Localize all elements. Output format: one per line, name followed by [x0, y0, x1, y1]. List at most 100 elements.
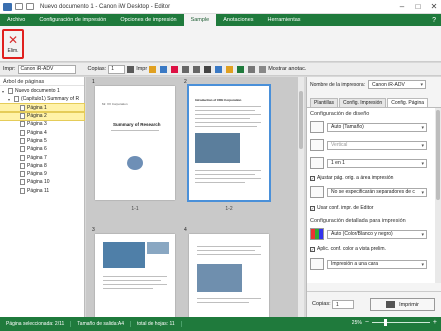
- ribbon-tabs: Archivo Configuración de impresión Opcio…: [0, 14, 441, 26]
- undo-icon[interactable]: [26, 3, 34, 10]
- page-thumbnail-2[interactable]: Introduction of CDE Corporation: [187, 84, 271, 202]
- settings-scrollbar[interactable]: [435, 108, 441, 283]
- tree-node-page[interactable]: Página 10: [0, 178, 84, 186]
- copies-stepper[interactable]: 1: [332, 300, 354, 309]
- page-thumbnail-4[interactable]: [189, 234, 269, 317]
- print-button[interactable]: Imprimir: [370, 298, 435, 311]
- pages-per-sheet-select[interactable]: 1 en 1 ▾: [327, 158, 427, 168]
- toolbar-copies-label: Copias:: [87, 66, 107, 72]
- use-config-row[interactable]: ✓ Usar conf. impr. de Editor: [310, 205, 373, 211]
- annotation-icon[interactable]: [259, 65, 267, 73]
- cut-icon[interactable]: [204, 65, 212, 73]
- toolbar-copies-input[interactable]: 1: [108, 64, 126, 74]
- help-icon[interactable]: ?: [432, 14, 441, 26]
- tree-node-page[interactable]: Página 4: [0, 128, 84, 136]
- tab-templates[interactable]: Plantillas: [310, 98, 339, 107]
- tab-print-config[interactable]: Config. Impresión: [339, 98, 387, 107]
- preview-area: 1 Mr. XX Corporation Summary of Research…: [86, 77, 304, 317]
- separator-select[interactable]: No se especificarán separadores de c ▾: [327, 187, 427, 197]
- page-number: 1: [92, 79, 95, 85]
- print-mode-value: Impresión a una cara: [331, 261, 378, 267]
- page1-line: [111, 130, 159, 131]
- tree-node-page[interactable]: Página 6: [0, 145, 84, 153]
- save-icon[interactable]: [15, 3, 23, 10]
- tab-tools[interactable]: Herramientas: [261, 14, 308, 26]
- print-mode-row: Impresión a una cara ▾: [310, 258, 427, 270]
- page-icon: [20, 121, 25, 128]
- print-preview-icon[interactable]: [127, 65, 135, 73]
- add-icon[interactable]: [149, 65, 157, 73]
- print-button-label: Imprimir: [399, 301, 419, 308]
- print-mode-select[interactable]: Impresión a una cara ▾: [327, 259, 427, 269]
- pages-per-sheet-icon: [310, 157, 324, 169]
- page-icon: [20, 179, 25, 186]
- zoom-out-icon[interactable]: −: [365, 319, 369, 326]
- tree-node-page[interactable]: Página 2: [0, 110, 85, 122]
- page-thumbnail-1[interactable]: Mr. XX Corporation Summary of Research: [95, 86, 175, 200]
- preview-scrollbar[interactable]: [298, 77, 304, 317]
- orientation-icon: [310, 139, 324, 151]
- page1-subheading: Mr. XX Corporation: [102, 102, 128, 106]
- page-icon: [20, 171, 25, 178]
- tree-node-page[interactable]: Página 7: [0, 153, 84, 161]
- color-mode-icon: [310, 228, 324, 240]
- paste-icon[interactable]: [226, 65, 234, 73]
- delete-page-icon[interactable]: [171, 65, 179, 73]
- tree-node-page[interactable]: Página 1: [0, 102, 85, 113]
- undo-toolbar-icon[interactable]: [182, 65, 190, 73]
- app-icon: [3, 2, 12, 11]
- tree-label: Página 4: [27, 129, 47, 136]
- tree-node-page[interactable]: Página 11: [0, 187, 84, 195]
- rotate-icon[interactable]: [237, 65, 245, 73]
- printer-name-row: Nombre de la impresora: Canon iR-ADV ▾: [310, 80, 427, 89]
- tab-annotations[interactable]: Anotaciones: [216, 14, 260, 26]
- tab-sample[interactable]: Sample: [183, 14, 217, 26]
- redo-toolbar-icon[interactable]: [193, 65, 201, 73]
- settings-pane: Nombre de la impresora: Canon iR-ADV ▾ P…: [306, 77, 441, 317]
- page-size-value: Auto (Tamaño): [331, 124, 364, 130]
- zoom-slider[interactable]: [371, 319, 430, 326]
- tree-node-page[interactable]: Página 8: [0, 162, 84, 170]
- zoom-in-icon[interactable]: +: [433, 319, 437, 326]
- ribbon: ✕ Elim.: [0, 26, 441, 62]
- photo-image: [197, 264, 242, 292]
- delete-button[interactable]: ✕ Elim.: [2, 29, 24, 59]
- tree-node-page[interactable]: Página 3: [0, 120, 84, 128]
- insert-icon[interactable]: [160, 65, 168, 73]
- tree-label: Nuevo documento 1: [15, 88, 60, 95]
- tree-node-chapter[interactable]: ▾ (Capítulo1) Summary of R: [0, 95, 84, 103]
- color-mode-select[interactable]: Auto (Color/Blanco y negro) ▾: [327, 229, 427, 239]
- page-number: 3: [92, 227, 95, 233]
- page-icon: [20, 187, 25, 194]
- view-icon[interactable]: [248, 65, 256, 73]
- toolbar-show-annotations[interactable]: Mostrar anotac.: [268, 66, 306, 72]
- minimize-icon[interactable]: –: [397, 1, 407, 12]
- maximize-icon[interactable]: □: [413, 1, 423, 12]
- tab-print-options[interactable]: Opciones de impresión: [113, 14, 183, 26]
- pages-per-sheet-value: 1 en 1: [331, 160, 345, 166]
- apply-color-checkbox[interactable]: ✓: [310, 246, 315, 252]
- toolbar-printer-select[interactable]: Canon iR-ADV: [17, 64, 76, 74]
- orientation-select[interactable]: Vertical ▾: [327, 140, 427, 150]
- printer-name-select[interactable]: Canon iR-ADV ▾: [368, 80, 427, 89]
- fit-checkbox-row[interactable]: ✓ Ajustar pág. orig. a área impresión: [310, 175, 393, 181]
- page-thumbnail-3[interactable]: [95, 234, 175, 317]
- page-tree-header: Árbol de páginas: [0, 77, 84, 86]
- tree-node-document[interactable]: ▾ Nuevo documento 1: [0, 87, 84, 95]
- copy-icon[interactable]: [215, 65, 223, 73]
- tree-label: Página 3: [27, 121, 47, 128]
- tab-archivo[interactable]: Archivo: [0, 14, 32, 26]
- tree-label: Página 5: [27, 137, 47, 144]
- tab-page-config[interactable]: Config. Página: [387, 98, 429, 107]
- tree-node-page[interactable]: Página 5: [0, 137, 84, 145]
- use-config-checkbox[interactable]: ✓: [310, 205, 315, 211]
- fit-checkbox[interactable]: ✓: [310, 175, 315, 181]
- printer-name-label: Nombre de la impresora:: [310, 81, 366, 88]
- page-caption: 1-1: [131, 206, 139, 212]
- tree-node-page[interactable]: Página 9: [0, 170, 84, 178]
- page-size-select[interactable]: Auto (Tamaño) ▾: [327, 122, 427, 132]
- tab-print-settings[interactable]: Configuración de impresión: [32, 14, 113, 26]
- close-window-icon[interactable]: ✕: [429, 1, 439, 12]
- status-total-sheets: total de hojas: 11: [131, 321, 182, 327]
- apply-color-row[interactable]: ✓ Aplic. conf. color a vista prelim.: [310, 246, 386, 252]
